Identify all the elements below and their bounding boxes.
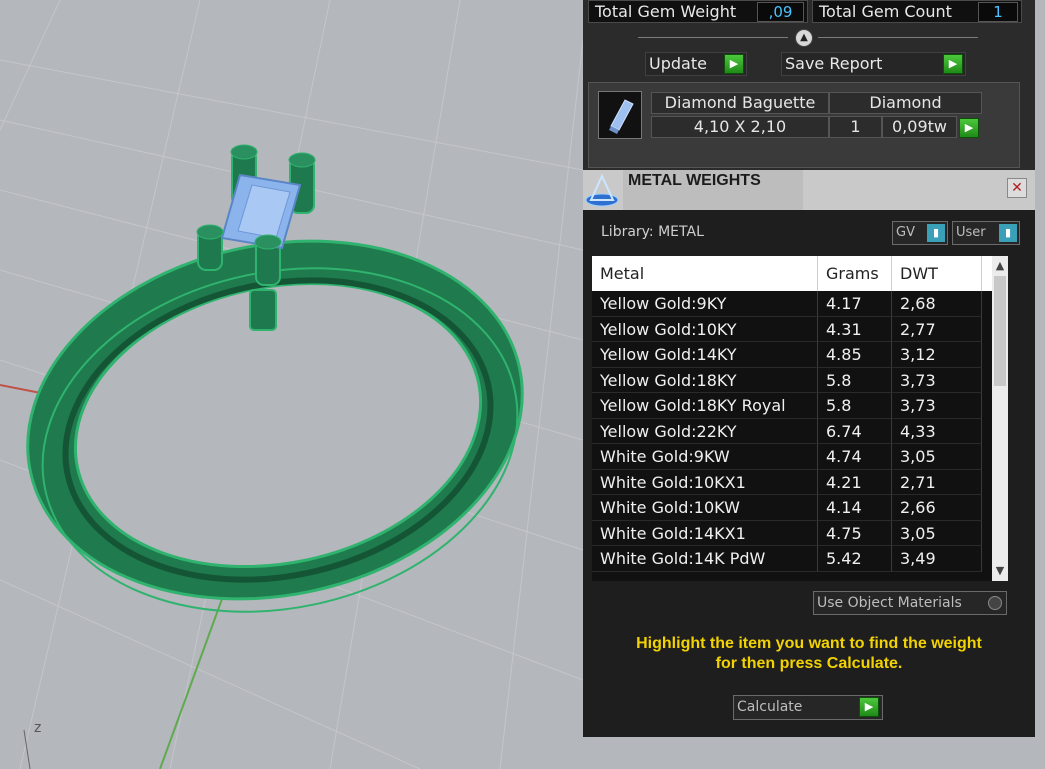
jewelry-tool-panel: Total Gem Weight ,09 Total Gem Count 1 ▲… xyxy=(583,0,1035,737)
cell-grams: 4.31 xyxy=(818,316,892,342)
collapse-arrow-icon[interactable]: ▲ xyxy=(795,29,813,47)
table-row[interactable]: White Gold:9KW 4.74 3,05 xyxy=(592,444,992,470)
cell-metal: Yellow Gold:10KY xyxy=(592,316,818,342)
gem-list-item[interactable]: Diamond Baguette Diamond 4,10 X 2,10 1 0… xyxy=(588,82,1020,168)
cell-dwt: 2,68 xyxy=(892,291,982,317)
table-row[interactable]: White Gold:10KX1 4.21 2,71 xyxy=(592,469,992,495)
cell-metal: White Gold:10KW xyxy=(592,495,818,521)
table-row[interactable]: Yellow Gold:22KY 6.74 4,33 xyxy=(592,418,992,444)
gem-name: Diamond Baguette xyxy=(651,92,829,114)
column-header-metal[interactable]: Metal xyxy=(592,256,818,291)
cell-dwt: 3,73 xyxy=(892,393,982,419)
cell-metal: White Gold:14K PdW xyxy=(592,546,818,572)
user-toggle[interactable]: User ▮ xyxy=(952,221,1020,245)
gem-weight: 0,09tw xyxy=(882,116,957,138)
table-row[interactable]: Yellow Gold:18KY Royal 5.8 3,73 xyxy=(592,393,992,419)
cell-metal: White Gold:9KW xyxy=(592,444,818,470)
metal-table: Metal Grams DWT Yellow Gold:9KY 4.17 2,68 Y… xyxy=(592,256,1008,581)
cell-metal: Yellow Gold:18KY Royal xyxy=(592,393,818,419)
cell-grams: 6.74 xyxy=(818,418,892,444)
cell-dwt: 3,05 xyxy=(892,444,982,470)
gem-report-section: Total Gem Weight ,09 Total Gem Count 1 ▲… xyxy=(583,0,1035,170)
cell-dwt: 3,73 xyxy=(892,367,982,393)
cell-grams: 5.8 xyxy=(818,393,892,419)
total-gem-count-value: 1 xyxy=(978,2,1018,22)
play-arrow-icon[interactable]: ▶ xyxy=(859,697,879,717)
use-object-materials-option[interactable]: Use Object Materials xyxy=(813,591,1007,615)
cell-metal: Yellow Gold:18KY xyxy=(592,367,818,393)
column-header-dwt[interactable]: DWT xyxy=(892,256,982,291)
metal-table-body: Yellow Gold:9KY 4.17 2,68 Yellow Gold:10KY 4… xyxy=(592,291,992,572)
cell-metal: White Gold:10KX1 xyxy=(592,469,818,495)
total-gem-count-label: Total Gem Count 1 xyxy=(812,0,1022,23)
cell-grams: 4.85 xyxy=(818,342,892,368)
column-header-grams[interactable]: Grams xyxy=(818,256,892,291)
cell-grams: 4.21 xyxy=(818,469,892,495)
cell-dwt: 3,49 xyxy=(892,546,982,572)
gv-toggle[interactable]: GV ▮ xyxy=(892,221,948,245)
radio-icon[interactable] xyxy=(988,596,1002,610)
cell-dwt: 2,77 xyxy=(892,316,982,342)
table-row[interactable]: Yellow Gold:14KY 4.85 3,12 xyxy=(592,342,992,368)
cell-dwt: 3,05 xyxy=(892,520,982,546)
z-axis-label: z xyxy=(34,720,41,736)
gem-material: Diamond xyxy=(829,92,982,114)
total-gem-weight-value: ,09 xyxy=(757,2,804,22)
calculate-button[interactable]: Calculate ▶ xyxy=(733,695,883,720)
cell-grams: 4.14 xyxy=(818,495,892,521)
table-row[interactable]: Yellow Gold:10KY 4.31 2,77 xyxy=(592,316,992,342)
toggle-bar-icon: ▮ xyxy=(999,224,1017,242)
cell-metal: Yellow Gold:14KY xyxy=(592,342,818,368)
gem-count: 1 xyxy=(829,116,882,138)
total-gem-weight-label: Total Gem Weight ,09 xyxy=(588,0,808,23)
table-row[interactable]: Yellow Gold:9KY 4.17 2,68 xyxy=(592,291,992,317)
table-row[interactable]: White Gold:10KW 4.14 2,66 xyxy=(592,495,992,521)
instruction-text: Highlight the item you want to find the … xyxy=(636,635,982,672)
metal-weights-title: METAL WEIGHTS xyxy=(628,172,761,189)
divider-left xyxy=(638,37,788,38)
cell-dwt: 2,66 xyxy=(892,495,982,521)
scroll-up-icon[interactable]: ▲ xyxy=(992,258,1008,274)
cell-grams: 5.42 xyxy=(818,546,892,572)
table-row[interactable]: White Gold:14KX1 4.75 3,05 xyxy=(592,520,992,546)
metal-weights-titlebar: METAL WEIGHTS ✕ xyxy=(583,170,1035,210)
table-scrollbar[interactable]: ▲ ▼ xyxy=(992,256,1008,581)
pyramid-tool-icon xyxy=(583,170,621,210)
cell-dwt: 2,71 xyxy=(892,469,982,495)
cell-dwt: 3,12 xyxy=(892,342,982,368)
play-arrow-icon[interactable]: ▶ xyxy=(724,54,744,74)
save-report-button[interactable]: Save Report ▶ xyxy=(781,52,966,76)
library-label: Library: METAL xyxy=(601,224,704,240)
metal-table-header: Metal Grams DWT xyxy=(592,256,992,291)
cell-metal: Yellow Gold:22KY xyxy=(592,418,818,444)
table-row[interactable]: White Gold:14K PdW 5.42 3,49 xyxy=(592,546,992,572)
cell-metal: Yellow Gold:9KY xyxy=(592,291,818,317)
divider-right xyxy=(818,37,978,38)
cell-grams: 4.75 xyxy=(818,520,892,546)
scrollbar-thumb[interactable] xyxy=(994,276,1006,386)
baguette-thumbnail-icon xyxy=(598,91,642,139)
cell-metal: White Gold:14KX1 xyxy=(592,520,818,546)
cell-grams: 4.74 xyxy=(818,444,892,470)
play-arrow-icon[interactable]: ▶ xyxy=(943,54,963,74)
toggle-bar-icon: ▮ xyxy=(927,224,945,242)
update-label: Update xyxy=(649,54,707,73)
cell-dwt: 4,33 xyxy=(892,418,982,444)
gem-size: 4,10 X 2,10 xyxy=(651,116,829,138)
save-report-label: Save Report xyxy=(785,54,883,73)
scroll-down-icon[interactable]: ▼ xyxy=(992,563,1008,579)
play-arrow-icon[interactable]: ▶ xyxy=(959,118,979,138)
close-icon[interactable]: ✕ xyxy=(1007,178,1027,198)
cell-grams: 5.8 xyxy=(818,367,892,393)
update-button[interactable]: Update ▶ xyxy=(645,52,747,76)
cell-grams: 4.17 xyxy=(818,291,892,317)
table-row[interactable]: Yellow Gold:18KY 5.8 3,73 xyxy=(592,367,992,393)
